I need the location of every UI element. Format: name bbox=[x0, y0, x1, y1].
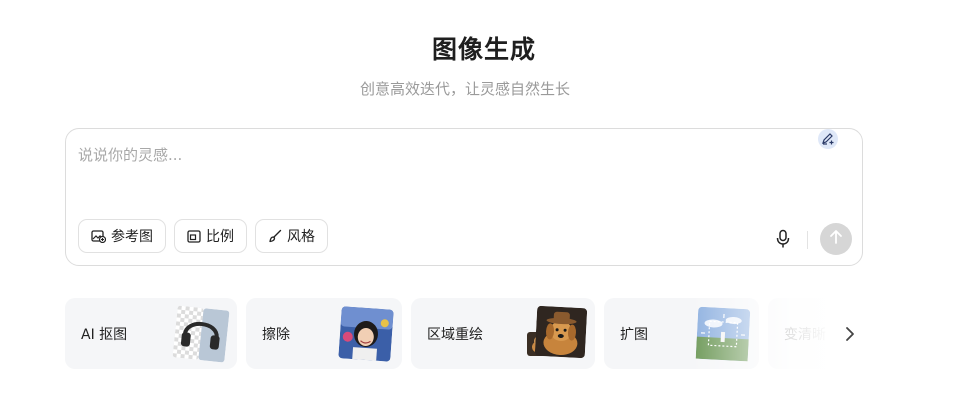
card-erase[interactable]: 擦除 bbox=[246, 298, 402, 369]
girl-photo-thumbnail bbox=[338, 306, 394, 362]
card-label: AI 抠图 bbox=[81, 327, 128, 343]
card-ai-matting[interactable]: AI 抠图 bbox=[65, 298, 237, 369]
send-button[interactable] bbox=[820, 223, 852, 255]
aspect-ratio-label: 比例 bbox=[206, 229, 234, 245]
headphones-thumbnail bbox=[172, 305, 230, 363]
aspect-ratio-button[interactable]: 比例 bbox=[174, 219, 247, 253]
page-title: 图像生成 bbox=[431, 35, 536, 64]
reference-image-label: 参考图 bbox=[111, 229, 153, 245]
reference-image-button[interactable]: 参考图 bbox=[78, 219, 166, 253]
card-label: 区域重绘 bbox=[427, 327, 483, 343]
style-label: 风格 bbox=[287, 229, 315, 245]
prompt-box: 参考图 比例 风格 bbox=[65, 128, 863, 266]
microphone-icon[interactable] bbox=[774, 229, 792, 249]
brush-icon bbox=[268, 229, 282, 243]
pen-plus-icon[interactable] bbox=[818, 129, 838, 149]
card-label: 变清晰 bbox=[784, 327, 826, 343]
chevron-right-icon[interactable] bbox=[840, 323, 860, 345]
landscape-thumbnail bbox=[695, 306, 751, 362]
style-button[interactable]: 风格 bbox=[255, 219, 328, 253]
page-subtitle: 创意高效迭代，让灵感自然生长 bbox=[359, 80, 570, 98]
prompt-input[interactable] bbox=[78, 143, 778, 167]
card-label: 扩图 bbox=[620, 327, 648, 343]
feature-cards: AI 抠图 擦除 区域重绘 扩图 变清晰 bbox=[65, 298, 865, 369]
image-plus-icon bbox=[91, 229, 106, 243]
toolbar-divider bbox=[807, 231, 808, 249]
aspect-ratio-icon bbox=[187, 229, 201, 243]
card-outpaint[interactable]: 扩图 bbox=[604, 298, 759, 369]
arrow-up-icon bbox=[829, 229, 843, 249]
card-region-redraw[interactable]: 区域重绘 bbox=[411, 298, 595, 369]
dog-hat-thumbnail bbox=[534, 305, 588, 359]
card-label: 擦除 bbox=[262, 327, 290, 343]
